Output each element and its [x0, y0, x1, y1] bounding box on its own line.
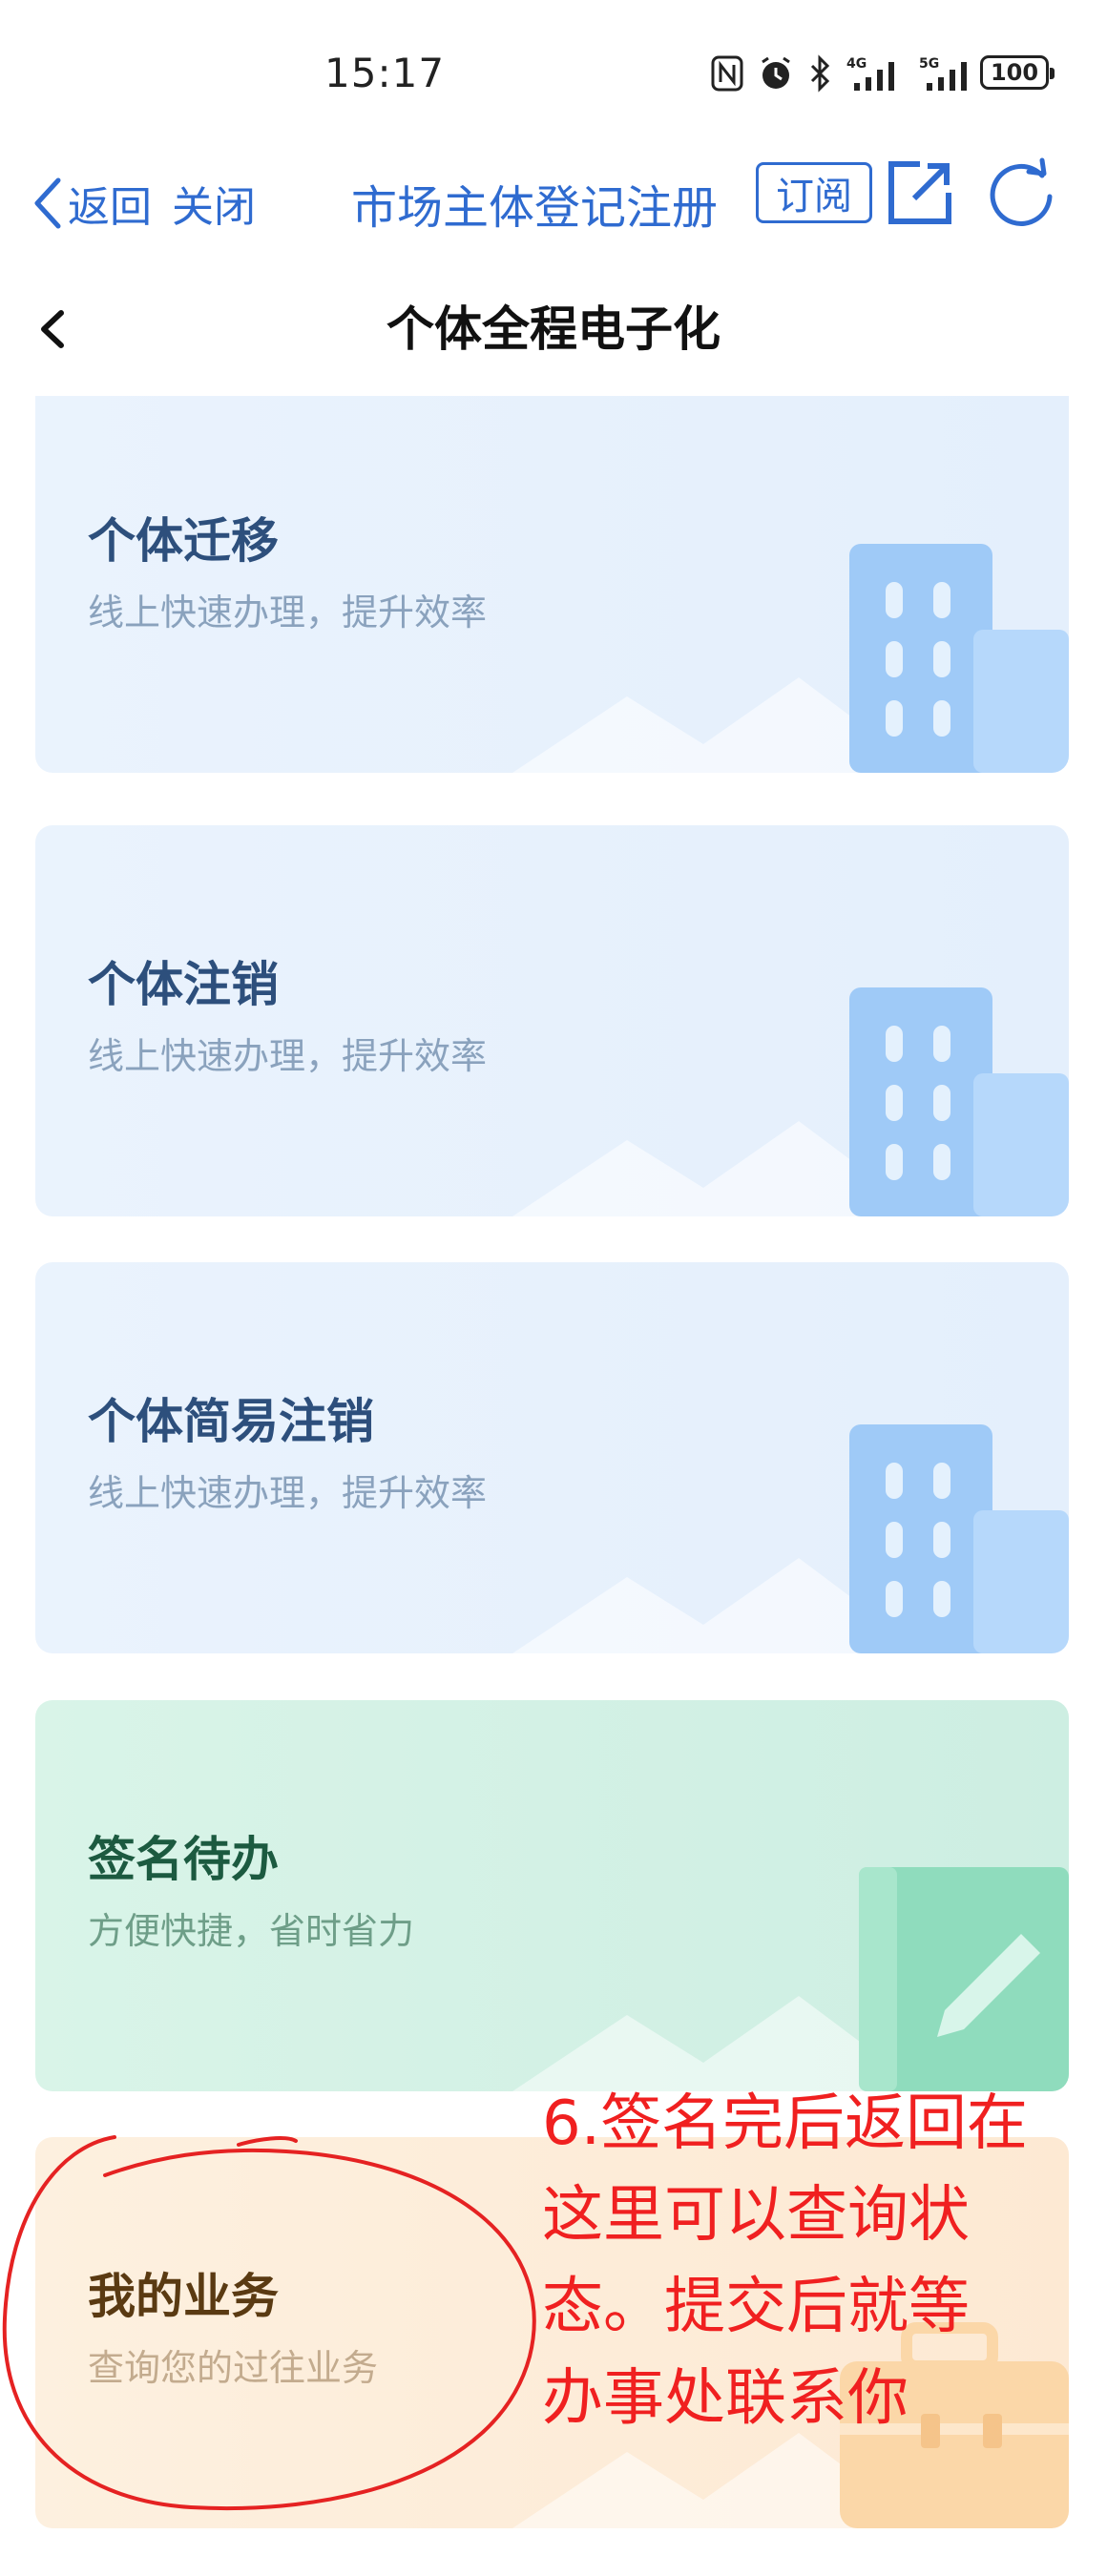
share-icon[interactable]	[886, 158, 954, 227]
card-subtitle: 线上快速办理，提升效率	[88, 1472, 488, 1514]
card-deregister[interactable]: 个体注销 线上快速办理，提升效率	[35, 825, 1069, 1216]
page-header: 个体全程电子化	[0, 277, 1107, 382]
network-5g-label: 5G	[919, 56, 939, 72]
status-time: 15:17	[324, 50, 446, 96]
refresh-icon[interactable]	[983, 156, 1059, 233]
battery-icon: 100	[980, 55, 1055, 90]
note-line: 这里可以查询状	[542, 2180, 970, 2251]
card-title: 签名待办	[88, 1832, 279, 1887]
card-title: 个体迁移	[88, 513, 279, 569]
nfc-icon	[711, 55, 743, 95]
back-label: 返回	[68, 183, 152, 232]
back-button[interactable]: 返回	[33, 170, 152, 237]
bluetooth-icon	[808, 54, 833, 96]
card-transfer[interactable]: 个体迁移 线上快速办理，提升效率	[35, 396, 1069, 773]
status-icons: 4G 5G	[711, 52, 978, 98]
close-label: 关闭	[172, 183, 256, 232]
card-title: 我的业务	[88, 2269, 279, 2324]
notebook-pen-icon	[859, 1867, 1069, 2091]
card-signature-todo[interactable]: 签名待办 方便快捷，省时省力	[35, 1700, 1069, 2091]
card-subtitle: 线上快速办理，提升效率	[88, 592, 488, 634]
building-icon	[849, 1424, 1069, 1653]
handwritten-note: 6.签名完后返回在 这里可以查询状 态。提交后就等 办事处联系你	[542, 2078, 1100, 2444]
building-icon	[849, 544, 1069, 773]
battery-level: 100	[990, 59, 1039, 86]
network-4g-label: 4G	[846, 56, 867, 72]
card-subtitle: 查询您的过往业务	[88, 2347, 379, 2389]
card-title: 个体注销	[88, 957, 279, 1012]
note-line: 态。提交后就等	[542, 2272, 970, 2342]
close-button[interactable]: 关闭	[172, 170, 256, 237]
alarm-icon	[757, 54, 795, 96]
note-line: 6.签名完后返回在	[542, 2088, 1029, 2159]
signal-5g-icon: 5G	[919, 54, 978, 96]
card-subtitle: 线上快速办理，提升效率	[88, 1035, 488, 1077]
chevron-left-icon	[34, 177, 61, 229]
mini-program-title: 市场主体登记注册	[351, 181, 719, 235]
signal-4g-icon: 4G	[846, 54, 906, 96]
top-nav: 返回 关闭 市场主体登记注册 订阅	[0, 143, 1107, 267]
card-title: 个体简易注销	[88, 1394, 374, 1449]
page-back-button[interactable]	[19, 296, 86, 363]
subscribe-button[interactable]: 订阅	[756, 162, 872, 223]
status-bar: 15:17 4G 5G 100	[0, 0, 1107, 143]
building-icon	[849, 987, 1069, 1216]
card-subtitle: 方便快捷，省时省力	[88, 1910, 415, 1952]
page-title: 个体全程电子化	[386, 301, 721, 357]
note-line: 办事处联系你	[542, 2363, 909, 2434]
card-simple-deregister[interactable]: 个体简易注销 线上快速办理，提升效率	[35, 1262, 1069, 1653]
chevron-left-icon	[41, 310, 64, 348]
